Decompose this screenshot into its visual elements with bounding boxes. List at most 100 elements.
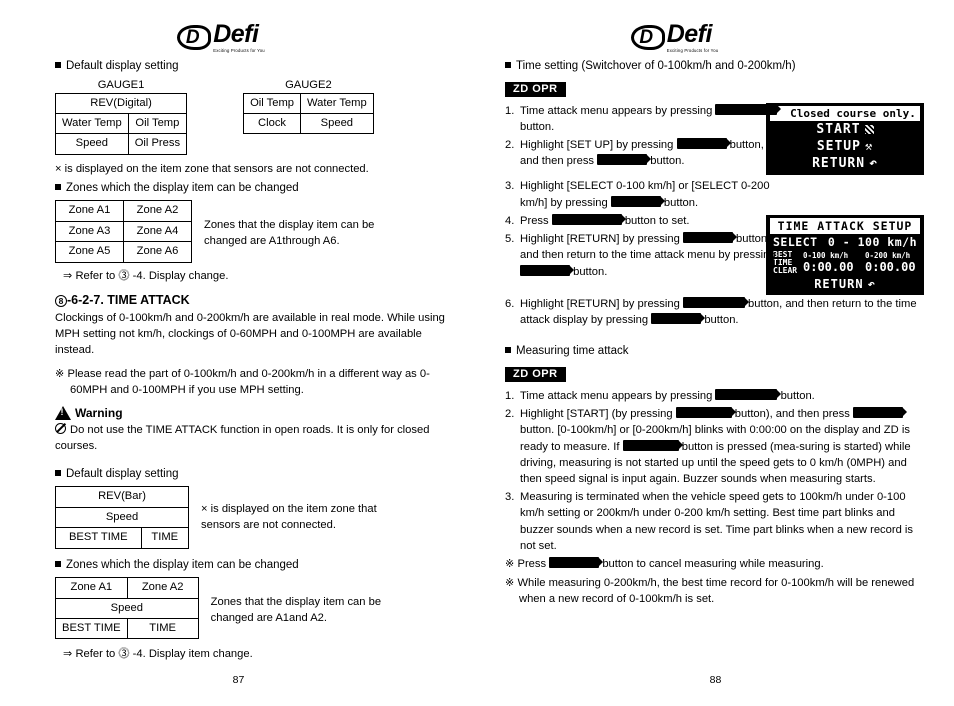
lcd1-return-text: RETURN: [812, 155, 866, 171]
table-row: BEST TIME TIME: [55, 527, 190, 549]
button-glyph: [682, 232, 737, 244]
lcd2-time2: 0:00.00: [865, 259, 916, 274]
gauge2-title: GAUGE2: [285, 78, 332, 91]
step-num: 3.: [505, 491, 515, 504]
section-title-time-attack: 8 -6-2-7. TIME ATTACK: [55, 293, 447, 308]
lcd1-start-row: START: [770, 121, 920, 138]
list-item: 6. Highlight [RETURN] by pressing button,…: [505, 296, 924, 328]
button-glyph: [852, 407, 907, 419]
note-cancel-post: button to cancel measuring while measuri…: [602, 558, 824, 571]
cell: Water Temp: [55, 112, 129, 135]
steps-time-setting-cont: 6. Highlight [RETURN] by pressing button,…: [505, 296, 924, 328]
cell: Speed: [300, 112, 374, 135]
table-row: Oil Temp Water Temp: [243, 92, 374, 114]
table-row: Clock Speed: [243, 112, 374, 135]
table-row: BEST TIME TIME: [55, 618, 199, 640]
lcd2-times: 0:00.00 0:00.00: [803, 260, 917, 274]
cell: TIME: [140, 527, 190, 549]
step-num: 2.: [505, 138, 515, 151]
logo-text: Defi: [666, 20, 713, 48]
heading-default-display-setting-2: Default display setting: [55, 467, 447, 483]
cell: Zone A5: [55, 241, 124, 263]
page-number-left: 87: [232, 674, 245, 686]
refer-2: ⇒ Refer to ⓷ -4. Display item change.: [63, 648, 253, 661]
step-text-a: Measuring is terminated when the vehicle…: [520, 491, 913, 552]
heading-zones-2: Zones which the display item can be chan…: [55, 558, 447, 574]
section-number: 8: [55, 295, 67, 308]
cell: Zone A2: [126, 577, 199, 599]
table-row: Speed Oil Press: [55, 133, 188, 155]
cell: Zone A2: [123, 200, 192, 222]
step-text-a: Highlight [START] (by pressing: [520, 408, 673, 421]
heading-time-setting: Time setting (Switchover of 0-100km/h an…: [505, 59, 924, 75]
step-num: 6.: [505, 297, 515, 310]
button-glyph: [520, 264, 574, 276]
gauge1-block: GAUGE1 REV(Digital) Water Temp Oil Temp …: [54, 79, 188, 155]
list-item: 2. Highlight [START] (by pressing button)…: [505, 406, 924, 487]
step-num: 4.: [505, 214, 515, 227]
table-row: Zone A1 Zone A2: [55, 577, 199, 599]
list-item: 1. Time attack menu appears by pressing b…: [505, 103, 782, 135]
cell: Oil Temp: [243, 92, 302, 114]
lcd1-header-text: Closed course only.: [790, 106, 916, 120]
button-glyph: [715, 388, 782, 400]
gauge2-table: Oil Temp Water Temp Clock Speed: [243, 92, 374, 135]
cell: Zone A4: [123, 220, 192, 243]
note-cancel-pre: ※ Press: [505, 558, 547, 571]
zones1-caption: Zones that the display item can be chang…: [204, 219, 375, 247]
step-text-c: button.: [650, 155, 685, 168]
lcd1-setup-text: SETUP: [816, 138, 861, 154]
button-glyph: [682, 296, 749, 308]
note-cancel: ※ Press button to cancel measuring while…: [505, 557, 924, 573]
zones2-row: Zone A1 Zone A2 Speed BEST TIME TIME Zon…: [55, 577, 447, 640]
refer-1: ⇒ Refer to ⓷ -4. Display change.: [63, 269, 229, 282]
defi-logo-right: D Defi Exciting Products for You: [505, 22, 924, 53]
gauge-tables-row: GAUGE1 REV(Digital) Water Temp Oil Temp …: [54, 78, 447, 155]
gauge3-table: REV(Bar) Speed BEST TIME TIME: [55, 486, 190, 549]
step-num: 1.: [505, 104, 515, 117]
cell: BEST TIME: [55, 618, 128, 640]
cell: Zone A3: [55, 220, 124, 243]
list-item: 3. Highlight [SELECT 0-100 km/h] or [SELE…: [505, 178, 781, 210]
warning-heading: Warning: [55, 406, 447, 420]
step-text-c: button.: [573, 265, 608, 278]
lcd2-col2: 0-200 km/h: [865, 250, 911, 260]
list-item: 2. Highlight [SET UP] by pressing button,…: [505, 137, 781, 169]
button-glyph: [651, 313, 706, 325]
step-text-b: button.: [780, 389, 815, 402]
table-row: Speed: [55, 506, 189, 529]
lcd2-return-text: RETURN: [814, 276, 864, 291]
step-num: 5.: [505, 233, 515, 246]
page-right: D Defi Exciting Products for You Time se…: [477, 0, 954, 706]
step-text-a: Time attack menu appears by pressing: [520, 389, 713, 402]
logo-text: Defi: [213, 20, 259, 48]
step-text-a: Highlight [RETURN] by pressing: [520, 297, 680, 310]
zones2-table: Zone A1 Zone A2 Speed BEST TIME TIME: [55, 577, 199, 640]
button-glyph: [675, 407, 736, 419]
list-item: 5. Highlight [RETURN] by pressing button,…: [505, 231, 781, 280]
cell: Speed: [55, 506, 189, 529]
lcd-panel-1: Closed course only. START SETUP ⚒ RETURN…: [766, 102, 924, 175]
step6-wrap: 6. Highlight [RETURN] by pressing button,…: [505, 296, 924, 328]
step-text-b: button to set.: [624, 214, 690, 227]
step-num: 2.: [505, 408, 515, 421]
table-row: REV(Bar): [55, 486, 189, 508]
section-title-text: -6-2-7. TIME ATTACK: [67, 293, 190, 308]
steps-time-setting: 1. Time attack menu appears by pressing b…: [505, 103, 782, 280]
zd-opr-badge-1: ZD OPR: [505, 81, 566, 97]
lcd2-time1: 0:00.00: [803, 259, 854, 274]
lcd2-col-heads: 0-100 km/h 0-200 km/h: [803, 251, 917, 260]
button-glyph: [597, 154, 652, 166]
lcd2-return-row: RETURN ↶: [770, 276, 920, 292]
table-row: Zone A1 Zone A2: [55, 200, 192, 222]
step-text-a: Press: [520, 214, 549, 227]
cell: Clock: [243, 112, 302, 135]
cell-text: Water Temp: [307, 97, 367, 110]
button-glyph: [610, 195, 665, 207]
button-glyph: [551, 213, 626, 225]
gauge3-row: REV(Bar) Speed BEST TIME TIME × is displ…: [55, 486, 447, 549]
lcd1-header-row: Closed course only.: [770, 105, 920, 121]
list-item: 1. Time attack menu appears by pressing b…: [505, 388, 924, 404]
cell: Zone A1: [55, 577, 128, 599]
lcd2-select-value: 0 - 100 km/h: [827, 234, 917, 249]
